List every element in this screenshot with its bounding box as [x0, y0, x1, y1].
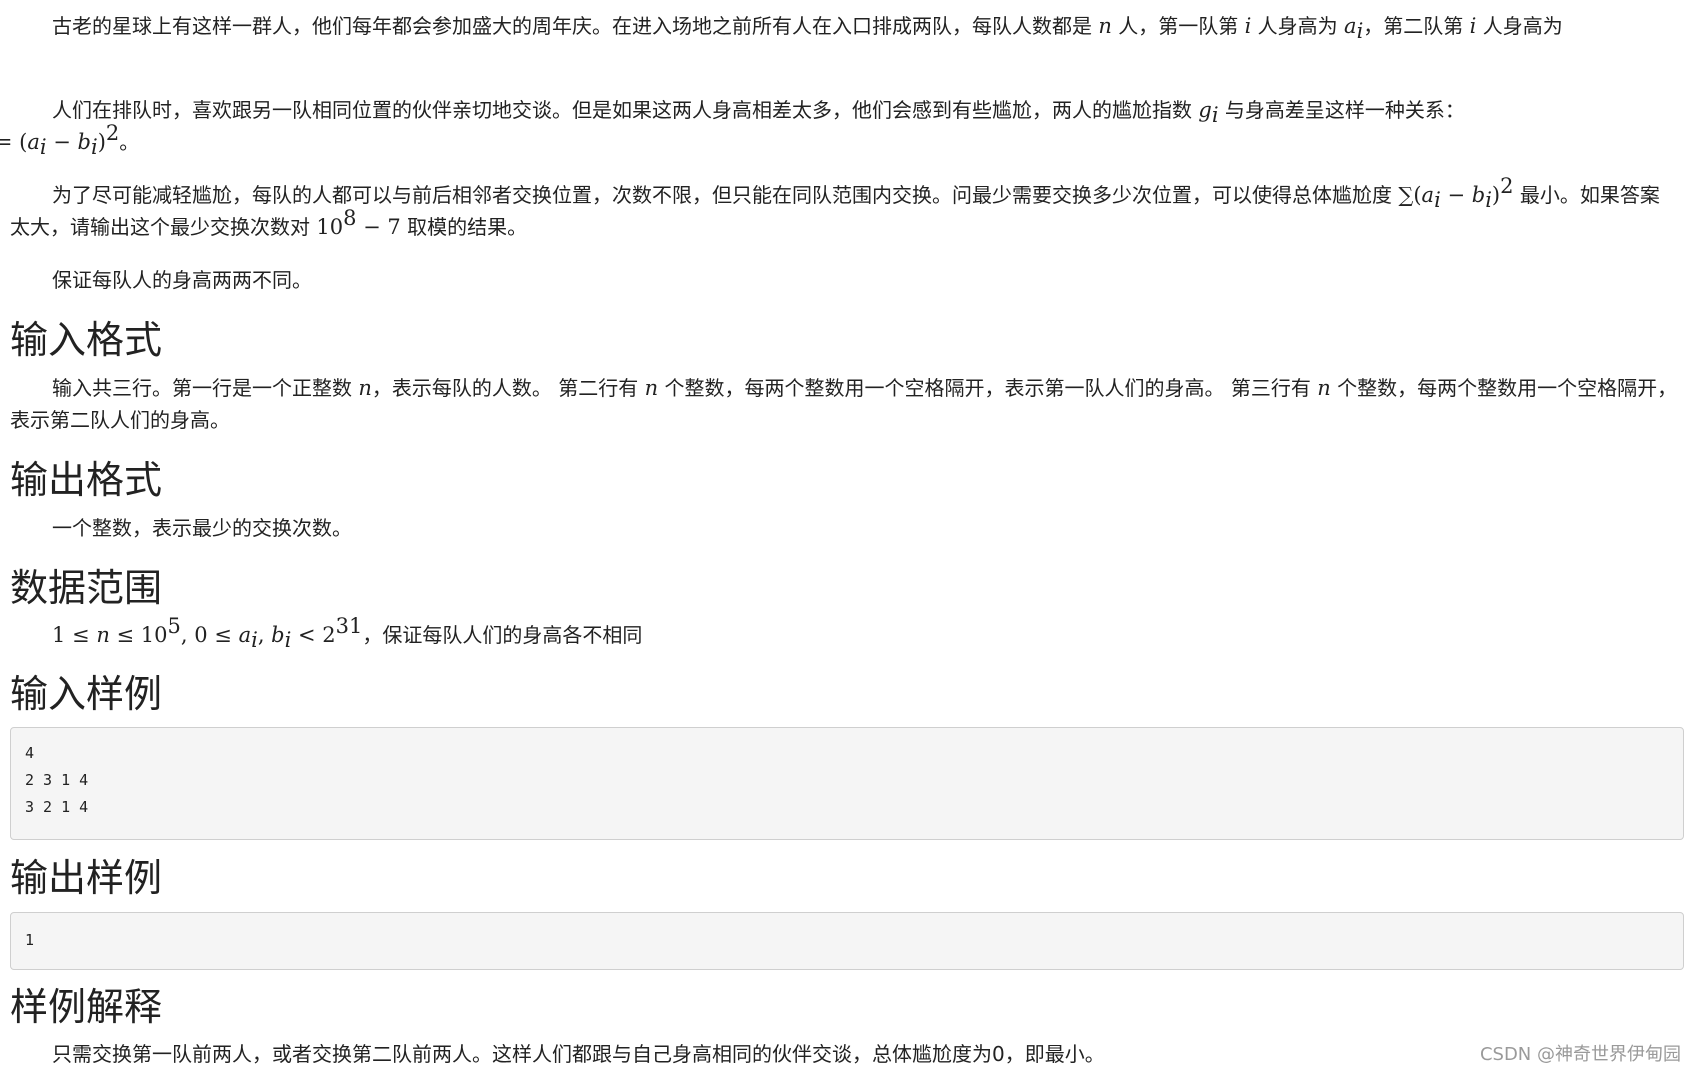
math-num: − 7	[356, 215, 401, 239]
math-op: = (	[0, 130, 28, 154]
math-b: b	[77, 130, 91, 154]
text-span: 输入共三行。第一行是一个正整数	[52, 376, 359, 400]
math-op: )	[97, 130, 106, 154]
text-span: 。	[0, 46, 8, 70]
math-sub: i	[90, 135, 98, 159]
csdn-watermark: CSDN @神奇世界伊甸园	[1479, 1044, 1681, 1065]
math-n: n	[358, 376, 372, 400]
data-range-heading: 数据范围	[10, 566, 163, 610]
math-op: −	[46, 130, 78, 154]
data-range-text: 1 ≤ n ≤ 105, 0 ≤ ai, bi < 231，保证每队人们的身高各…	[10, 616, 1680, 652]
input-format-heading: 输入格式	[10, 318, 163, 362]
math-sup: 2	[1500, 174, 1514, 198]
text-span: 为了尽可能减轻尴尬，每队的人都可以与前后相邻者交换位置，次数不限，但只能在同队范…	[52, 183, 1399, 207]
math-b: b	[271, 623, 285, 647]
math-sub: i	[1485, 188, 1492, 212]
math-a: a	[1421, 183, 1435, 207]
text-span: ，保证每队人们的身高各不相同	[362, 623, 643, 647]
text-span: 与身高差呈这样一种关系：	[1218, 98, 1465, 122]
sample-input-heading: 输入样例	[10, 672, 163, 716]
math-n: n	[96, 623, 110, 647]
text-span: 个整数，每两个整数用一个空格隔开，表示第一队人们的身高。 第三行有	[658, 376, 1318, 400]
math-sum: ∑(	[1398, 183, 1422, 207]
sample-explanation-heading: 样例解释	[10, 985, 163, 1029]
task-paragraph: 为了尽可能减轻尴尬，每队的人都可以与前后相邻者交换位置，次数不限，但只能在同队范…	[10, 176, 1670, 243]
math-a: a	[27, 130, 40, 154]
input-format-text: 输入共三行。第一行是一个正整数 n，表示每队的人数。 第二行有 n 个整数，每两…	[10, 372, 1680, 436]
math-n: n	[644, 376, 659, 400]
text-span: 古老的星球上有这样一群人，他们每年都会参加盛大的周年庆。在进入场地之前所有人在入…	[52, 14, 1099, 38]
math-a: a	[1344, 14, 1357, 38]
math-b: b	[1471, 183, 1486, 207]
math-sup: 2	[105, 121, 120, 145]
math-g: g	[1198, 98, 1212, 122]
math-n: n	[1317, 376, 1331, 400]
math-num: , 0 ≤	[180, 623, 239, 647]
math-a: a	[238, 623, 252, 647]
text-span: 人，第一队第	[1111, 14, 1245, 38]
math-op: )	[1491, 183, 1501, 207]
intro-paragraph: 古老的星球上有这样一群人，他们每年都会参加盛大的周年庆。在进入场地之前所有人在入…	[0, 10, 1670, 74]
math-num: 10	[316, 215, 344, 239]
math-n: n	[1098, 14, 1112, 38]
text-span: 取模的结果。	[400, 215, 528, 239]
sample-output-heading: 输出样例	[10, 856, 163, 900]
math-num: 1 ≤	[52, 623, 97, 647]
math-sub: i	[1211, 103, 1219, 127]
math-sub: i	[39, 135, 47, 159]
guarantee-paragraph: 保证每队人的身高两两不同。	[52, 268, 312, 292]
text-span: ，表示每队的人数。 第二行有	[371, 376, 645, 400]
sample-output-code-block[interactable]: 1	[10, 912, 1684, 970]
math-num: ≤ 10	[109, 623, 168, 647]
math-sup: 8	[343, 206, 357, 230]
awkward-paragraph: 人们在排队时，喜欢跟另一队相同位置的伙伴亲切地交谈。但是如果这两人身高相差太多，…	[0, 94, 1670, 159]
output-format-heading: 输出格式	[10, 458, 163, 502]
sample-input-code-block[interactable]: 4 2 3 1 4 3 2 1 4	[10, 727, 1684, 840]
math-num: < 2	[291, 623, 336, 647]
text-span: 人身高为	[1476, 14, 1563, 38]
text-span: 人们在排队时，喜欢跟另一队相同位置的伙伴亲切地交谈。但是如果这两人身高相差太多，…	[52, 98, 1199, 122]
math-op: ,	[257, 623, 272, 647]
math-op: −	[1440, 183, 1472, 207]
math-sup: 31	[335, 614, 363, 638]
math-sub: i	[1434, 188, 1441, 212]
text-span: 。	[119, 130, 140, 154]
text-span: ，第二队第	[1363, 14, 1470, 38]
math-sub: i	[251, 628, 258, 652]
output-format-text: 一个整数，表示最少的交换次数。	[52, 516, 352, 540]
math-sup: 5	[167, 614, 181, 638]
text-span: 人身高为	[1251, 14, 1345, 38]
sample-explanation-text: 只需交换第一队前两人，或者交换第二队前两人。这样人们都跟与自己身高相同的伙伴交谈…	[52, 1042, 1105, 1066]
